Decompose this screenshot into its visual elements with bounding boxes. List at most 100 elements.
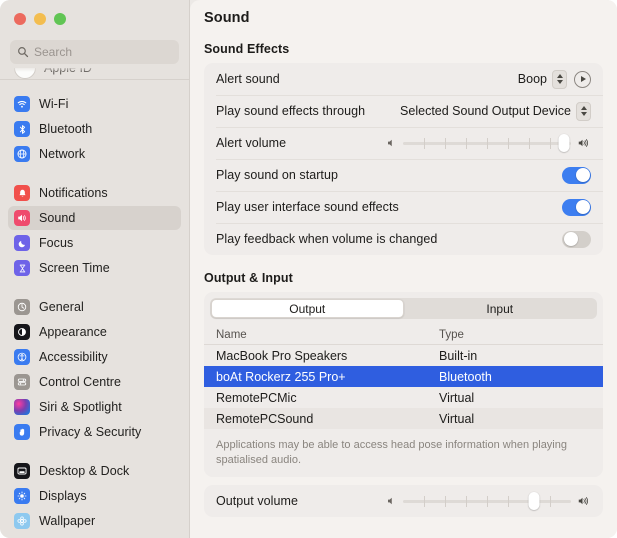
sidebar-item-siri-spotlight[interactable]: Siri & Spotlight xyxy=(8,395,181,419)
sidebar: Apple ID Wi-Fi xyxy=(0,0,190,538)
play-through-label: Play sound effects through xyxy=(216,104,400,118)
sidebar-item-label: Focus xyxy=(39,236,73,250)
chevron-updown-icon[interactable] xyxy=(576,102,591,121)
slider-ticks xyxy=(403,138,571,149)
sidebar-item-label: Wallpaper xyxy=(39,514,95,528)
sidebar-group-appearance: Desktop & Dock xyxy=(0,459,189,538)
sidebar-scroll-area[interactable]: Apple ID Wi-Fi xyxy=(0,68,189,538)
play-feedback-volume-label: Play feedback when volume is changed xyxy=(216,232,562,246)
sidebar-item-displays[interactable]: Displays xyxy=(8,484,181,508)
sidebar-item-sound[interactable]: Sound xyxy=(8,206,181,230)
sidebar-item-notifications[interactable]: Notifications xyxy=(8,181,181,205)
sidebar-item-control-centre[interactable]: Control Centre xyxy=(8,370,181,394)
zoom-button[interactable] xyxy=(54,13,66,25)
output-volume-slider[interactable] xyxy=(385,493,591,509)
sidebar-item-wi-fi[interactable]: Wi-Fi xyxy=(8,92,181,116)
siri-icon xyxy=(14,399,30,415)
play-through-value: Selected Sound Output Device xyxy=(400,104,571,118)
play-alert-sound-button[interactable] xyxy=(574,71,591,88)
sidebar-item-label: Screen Time xyxy=(39,261,110,275)
play-ui-sound-effects-label: Play user interface sound effects xyxy=(216,200,562,214)
device-table-header: Name Type xyxy=(204,325,603,345)
search-field[interactable] xyxy=(10,40,179,64)
table-row[interactable]: boAt Rockerz 255 Pro+ Bluetooth xyxy=(204,366,603,387)
tab-output[interactable]: Output xyxy=(211,299,404,318)
bluetooth-icon xyxy=(14,121,30,137)
minimise-button[interactable] xyxy=(34,13,46,25)
play-ui-sound-effects-row: Play user interface sound effects xyxy=(204,191,603,223)
alert-sound-popup[interactable]: Boop xyxy=(518,70,567,89)
play-sound-on-startup-row: Play sound on startup xyxy=(204,159,603,191)
hourglass-icon xyxy=(14,260,30,276)
column-header-name: Name xyxy=(216,329,439,341)
globe-icon xyxy=(14,146,30,162)
brightness-icon xyxy=(14,488,30,504)
play-sound-on-startup-label: Play sound on startup xyxy=(216,168,562,182)
sidebar-group-preferences: General Appearance xyxy=(0,295,189,444)
sidebar-item-appearance[interactable]: Appearance xyxy=(8,320,181,344)
speaker-low-icon xyxy=(385,137,397,149)
sidebar-item-network[interactable]: Network xyxy=(8,142,181,166)
sidebar-item-general[interactable]: General xyxy=(8,295,181,319)
sidebar-item-label: Accessibility xyxy=(39,350,108,364)
sound-effects-card: Alert sound Boop xyxy=(204,63,603,255)
sidebar-item-label: Desktop & Dock xyxy=(39,464,129,478)
sidebar-item-label: Bluetooth xyxy=(39,122,92,136)
alert-volume-row: Alert volume xyxy=(204,127,603,159)
alert-volume-slider[interactable] xyxy=(385,135,591,151)
alert-sound-value: Boop xyxy=(518,72,547,86)
close-button[interactable] xyxy=(14,13,26,25)
sidebar-group-network: Wi-Fi Bluetooth xyxy=(0,92,189,166)
moon-icon xyxy=(14,235,30,251)
sidebar-item-screen-saver[interactable]: Screen Saver xyxy=(8,534,181,538)
play-sound-effects-through-row: Play sound effects through Selected Soun… xyxy=(204,95,603,127)
table-row[interactable]: MacBook Pro Speakers Built-in xyxy=(204,345,603,366)
speaker-icon xyxy=(14,210,30,226)
spatial-audio-note: Applications may be able to access head … xyxy=(204,429,603,477)
sidebar-item-wallpaper[interactable]: Wallpaper xyxy=(8,509,181,533)
sidebar-divider xyxy=(0,79,189,80)
sidebar-item-label: General xyxy=(39,300,84,314)
sidebar-item-label: Siri & Spotlight xyxy=(39,400,122,414)
table-row[interactable]: RemotePCMic Virtual xyxy=(204,387,603,408)
play-through-popup[interactable]: Selected Sound Output Device xyxy=(400,102,591,121)
sidebar-item-label: Displays xyxy=(39,489,87,503)
search-icon xyxy=(17,46,29,58)
bell-icon xyxy=(14,185,30,201)
sidebar-item-label: Appearance xyxy=(39,325,107,339)
tab-output-label: Output xyxy=(289,302,325,316)
accessibility-person-icon xyxy=(14,349,30,365)
output-volume-row: Output volume xyxy=(204,485,603,517)
hand-icon xyxy=(14,424,30,440)
output-input-card: Output Input Name Type MacBook Pro Speak… xyxy=(204,292,603,477)
sidebar-item-focus[interactable]: Focus xyxy=(8,231,181,255)
window-controls xyxy=(0,0,189,34)
slider-thumb[interactable] xyxy=(529,492,540,510)
play-feedback-volume-row: Play feedback when volume is changed xyxy=(204,223,603,255)
speaker-high-icon xyxy=(577,137,591,149)
table-row[interactable]: RemotePCSound Virtual xyxy=(204,408,603,429)
avatar-icon xyxy=(14,68,36,79)
tab-input[interactable]: Input xyxy=(404,299,597,318)
sidebar-item-desktop-dock[interactable]: Desktop & Dock xyxy=(8,459,181,483)
play-ui-sound-effects-toggle[interactable] xyxy=(562,199,591,216)
slider-thumb[interactable] xyxy=(559,134,570,152)
wifi-icon xyxy=(14,96,30,112)
page-title: Sound xyxy=(190,0,617,26)
play-sound-on-startup-toggle[interactable] xyxy=(562,167,591,184)
play-feedback-volume-toggle[interactable] xyxy=(562,231,591,248)
alert-volume-label: Alert volume xyxy=(216,136,385,150)
device-type: Virtual xyxy=(439,412,591,426)
column-header-type: Type xyxy=(439,329,591,341)
sidebar-item-accessibility[interactable]: Accessibility xyxy=(8,345,181,369)
search-input[interactable] xyxy=(34,45,172,59)
sound-effects-heading: Sound Effects xyxy=(204,42,603,56)
gear-icon xyxy=(14,299,30,315)
sidebar-item-screen-time[interactable]: Screen Time xyxy=(8,256,181,280)
sidebar-item-label: Control Centre xyxy=(39,375,121,389)
speaker-low-icon xyxy=(385,495,397,507)
output-input-tabs: Output Input xyxy=(204,292,603,325)
chevron-updown-icon[interactable] xyxy=(552,70,567,89)
sidebar-item-privacy-security[interactable]: Privacy & Security xyxy=(8,420,181,444)
sidebar-item-bluetooth[interactable]: Bluetooth xyxy=(8,117,181,141)
